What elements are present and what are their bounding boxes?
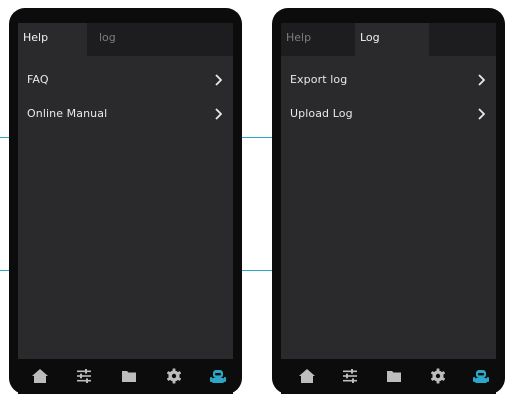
- device-right: Help Log Export log Upload Log: [272, 8, 505, 394]
- tab-help[interactable]: Help: [18, 23, 87, 56]
- robot-icon[interactable]: [472, 367, 490, 385]
- menu-item-label: Export log: [290, 73, 348, 86]
- screen-log: Help Log Export log Upload Log: [281, 23, 496, 359]
- menu-item-label: Upload Log: [290, 107, 353, 120]
- sliders-icon[interactable]: [75, 367, 93, 385]
- tab-help[interactable]: Help: [281, 23, 355, 56]
- sliders-icon[interactable]: [341, 367, 359, 385]
- screen-help: Help log FAQ Online Manual: [18, 23, 233, 359]
- tab-log[interactable]: log: [87, 23, 157, 56]
- bottom-nav-bar: [18, 359, 233, 394]
- tab-bar: Help log: [18, 23, 233, 56]
- chevron-right-icon: [478, 74, 485, 86]
- menu-item-export-log[interactable]: Export log: [281, 66, 496, 96]
- home-icon[interactable]: [31, 367, 49, 385]
- menu-item-faq[interactable]: FAQ: [18, 66, 233, 96]
- gear-icon[interactable]: [165, 367, 183, 385]
- tab-bar: Help Log: [281, 23, 496, 56]
- gear-icon[interactable]: [429, 367, 447, 385]
- menu-item-label: FAQ: [27, 73, 49, 86]
- bottom-nav-bar: [281, 359, 496, 394]
- menu-item-online-manual[interactable]: Online Manual: [18, 100, 233, 130]
- folder-icon[interactable]: [120, 367, 138, 385]
- chevron-right-icon: [215, 108, 222, 120]
- menu-item-label: Online Manual: [27, 107, 108, 120]
- menu-item-upload-log[interactable]: Upload Log: [281, 100, 496, 130]
- figure-canvas: Help log FAQ Online Manual Help Log Expo…: [0, 0, 509, 397]
- home-icon[interactable]: [298, 367, 316, 385]
- chevron-right-icon: [478, 108, 485, 120]
- tab-log[interactable]: Log: [355, 23, 429, 56]
- folder-icon[interactable]: [385, 367, 403, 385]
- chevron-right-icon: [215, 74, 222, 86]
- robot-icon[interactable]: [209, 367, 227, 385]
- device-left: Help log FAQ Online Manual: [9, 8, 242, 394]
